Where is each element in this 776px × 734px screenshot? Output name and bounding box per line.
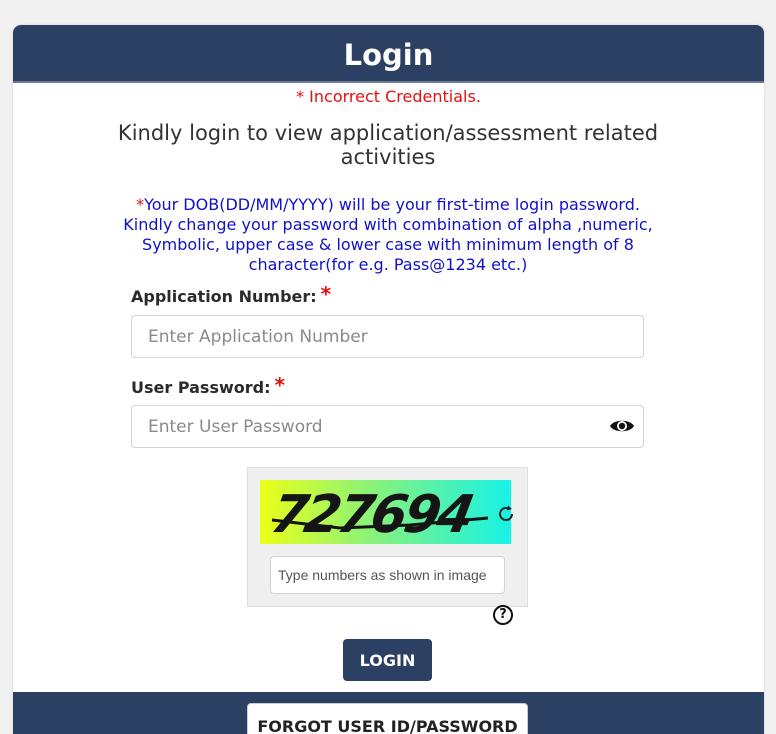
eye-icon[interactable] (609, 415, 635, 437)
login-button[interactable]: LOGIN (343, 639, 432, 681)
application-number-label: Application Number: * (131, 282, 331, 311)
application-number-input[interactable] (131, 315, 644, 358)
login-card: Login * Incorrect Credentials. Kindly lo… (13, 25, 764, 734)
forgot-password-button[interactable]: FORGOT USER ID/PASSWORD (247, 703, 528, 734)
captcha-input[interactable] (270, 556, 505, 594)
note-star: * (136, 195, 145, 214)
note-text: Your DOB(DD/MM/YYYY) will be your first-… (123, 195, 653, 274)
application-number-label-text: Application Number: (131, 287, 317, 306)
captcha-image: 727694 (260, 480, 511, 544)
captcha-panel: 727694 (247, 467, 528, 607)
password-note: *Your DOB(DD/MM/YYYY) will be your first… (123, 195, 653, 275)
captcha-code: 727694 (267, 484, 477, 544)
page-title: Login (13, 25, 764, 83)
required-mark: * (320, 282, 332, 306)
password-label: User Password: * (131, 373, 285, 402)
refresh-icon[interactable] (496, 504, 516, 524)
required-mark: * (274, 373, 285, 397)
password-label-text: User Password: (131, 378, 271, 397)
error-message: * Incorrect Credentials. (296, 87, 481, 106)
question-circle-icon[interactable]: ? (493, 605, 513, 625)
password-input[interactable] (131, 405, 644, 448)
intro-text: Kindly login to view application/assessm… (117, 121, 659, 169)
